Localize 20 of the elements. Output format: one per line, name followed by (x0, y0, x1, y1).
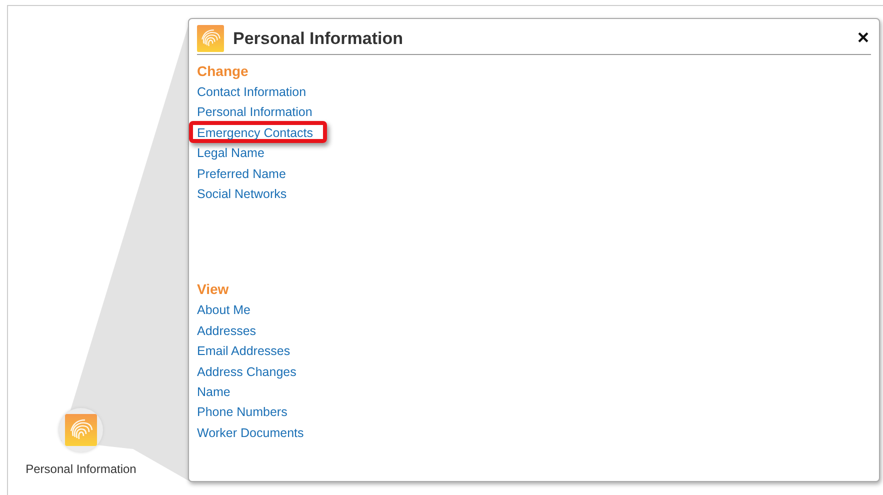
section-heading: Change (197, 63, 248, 79)
menu-link[interactable]: About Me (197, 303, 251, 318)
launcher-label[interactable]: Personal Information (26, 462, 136, 476)
popup-title: Personal Information (233, 28, 404, 48)
menu-link[interactable]: Email Addresses (197, 344, 290, 358)
section-heading: View (197, 281, 229, 298)
menu-link[interactable]: Addresses (197, 324, 256, 338)
menu-link[interactable]: Phone Numbers (197, 405, 288, 420)
menu-link[interactable]: Contact Information (197, 85, 306, 99)
fingerprint-icon (197, 25, 224, 52)
menu-link[interactable]: Legal Name (197, 146, 264, 160)
menu-link[interactable]: Preferred Name (197, 166, 286, 181)
menu-link[interactable]: Name (197, 384, 230, 399)
fingerprint-icon (65, 414, 97, 446)
menu-link[interactable]: Worker Documents (197, 426, 304, 440)
menu-link[interactable]: Personal Information (197, 105, 312, 120)
menu-link[interactable]: Emergency Contacts (197, 126, 314, 140)
close-button[interactable]: × (855, 27, 871, 50)
menu-link[interactable]: Social Networks (197, 186, 287, 201)
menu-link[interactable]: Address Changes (197, 364, 296, 379)
